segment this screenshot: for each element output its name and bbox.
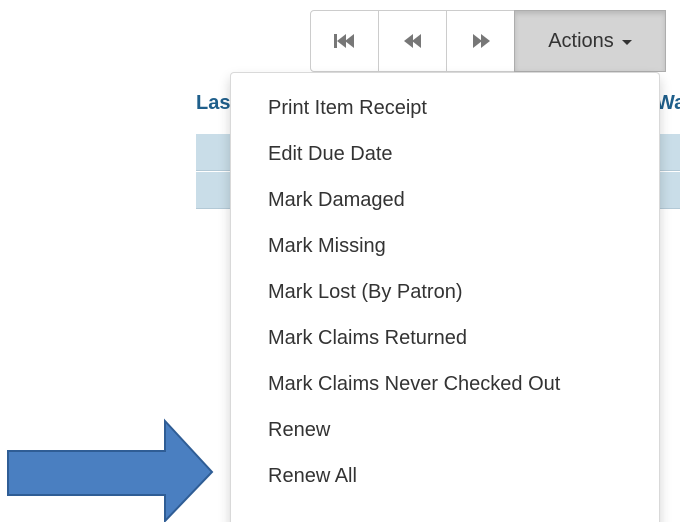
toolbar-button-group: Actions (310, 10, 666, 72)
actions-dropdown-button[interactable]: Actions (514, 10, 666, 72)
arrow-shape (7, 418, 214, 522)
menu-item-edit-due-date[interactable]: Edit Due Date (231, 131, 659, 177)
actions-label: Actions (548, 29, 614, 52)
table-column-header-last[interactable]: Last (196, 92, 232, 115)
previous-page-button[interactable] (378, 10, 447, 72)
first-page-button[interactable] (310, 10, 379, 72)
previous-page-icon (403, 34, 421, 48)
menu-item-renew-all[interactable]: Renew All (231, 453, 659, 499)
menu-item-mark-missing[interactable]: Mark Missing (231, 223, 659, 269)
next-page-icon (472, 34, 490, 48)
actions-dropdown-menu: Print Item Receipt Edit Due Date Mark Da… (230, 72, 660, 522)
menu-item-print-item-receipt[interactable]: Print Item Receipt (231, 85, 659, 131)
right-arrow-icon (7, 418, 214, 522)
first-page-icon (333, 34, 354, 48)
menu-item-mark-claims-returned[interactable]: Mark Claims Returned (231, 315, 659, 361)
menu-item-renew[interactable]: Renew (231, 407, 659, 453)
next-page-button[interactable] (446, 10, 515, 72)
menu-item-mark-claims-never-checked-out[interactable]: Mark Claims Never Checked Out (231, 361, 659, 407)
menu-item-mark-damaged[interactable]: Mark Damaged (231, 177, 659, 223)
screen: Last Wa Actions (0, 0, 680, 522)
menu-item-mark-lost[interactable]: Mark Lost (By Patron) (231, 269, 659, 315)
caret-down-icon (621, 39, 632, 45)
